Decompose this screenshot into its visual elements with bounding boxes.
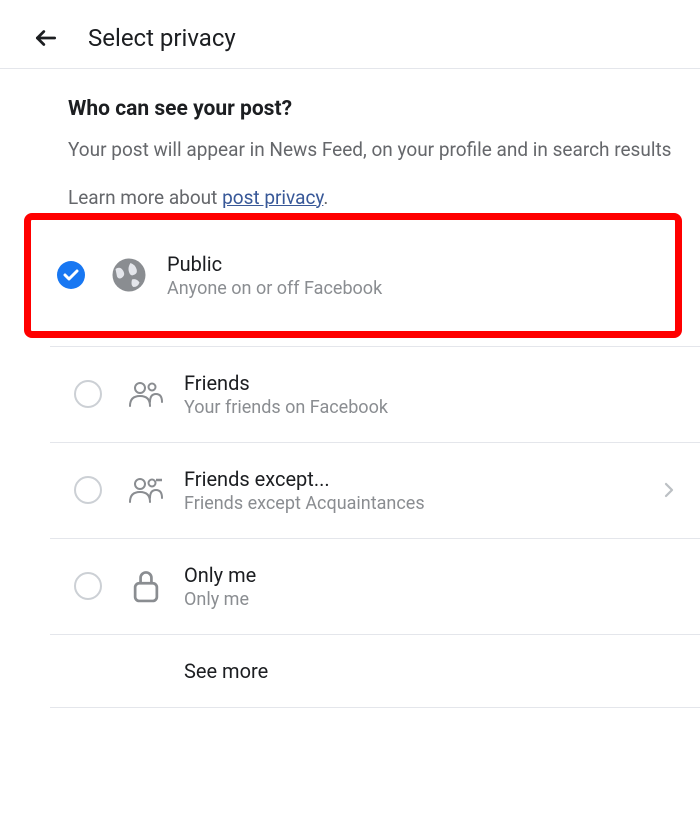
option-divider (50, 707, 700, 708)
privacy-options-list: Public Anyone on or off Facebook Friends… (0, 213, 700, 708)
radio-only-me[interactable] (74, 572, 102, 600)
check-icon (63, 269, 79, 281)
option-subtitle: Anyone on or off Facebook (167, 278, 675, 299)
content-section: Who can see your post? Your post will ap… (0, 69, 700, 209)
option-subtitle: Only me (184, 589, 678, 610)
option-text: Friends Your friends on Facebook (184, 371, 678, 418)
option-title: Friends (184, 371, 678, 395)
question-heading: Who can see your post? (68, 97, 672, 121)
privacy-option-only-me[interactable]: Only me Only me (0, 539, 700, 634)
back-arrow-icon (33, 25, 59, 51)
learn-suffix: . (323, 186, 328, 209)
privacy-option-friends[interactable]: Friends Your friends on Facebook (0, 347, 700, 442)
option-title: Only me (184, 563, 678, 587)
radio-public[interactable] (57, 261, 85, 289)
option-title: Public (167, 252, 675, 276)
learn-more-text: Learn more about post privacy. (68, 186, 672, 209)
radio-friends[interactable] (74, 380, 102, 408)
see-more-button[interactable]: See more (0, 635, 700, 707)
lock-icon (126, 566, 166, 606)
privacy-option-friends-except[interactable]: Friends except... Friends except Acquain… (0, 443, 700, 538)
header: Select privacy (0, 0, 700, 68)
back-button[interactable] (32, 24, 60, 52)
page-title: Select privacy (88, 24, 236, 52)
option-text: Public Anyone on or off Facebook (167, 252, 675, 299)
option-text: Friends except... Friends except Acquain… (184, 467, 660, 514)
radio-friends-except[interactable] (74, 476, 102, 504)
description-text: Your post will appear in News Feed, on y… (68, 137, 672, 164)
option-text: Only me Only me (184, 563, 678, 610)
option-subtitle: Friends except Acquaintances (184, 493, 660, 514)
globe-icon (109, 255, 149, 295)
option-subtitle: Your friends on Facebook (184, 397, 678, 418)
learn-prefix: Learn more about (68, 186, 222, 209)
chevron-right-icon (660, 481, 678, 499)
friends-icon (126, 374, 166, 414)
post-privacy-link[interactable]: post privacy (222, 186, 323, 209)
option-title: Friends except... (184, 467, 660, 491)
friends-except-icon (126, 470, 166, 510)
privacy-option-public[interactable]: Public Anyone on or off Facebook (24, 213, 682, 338)
